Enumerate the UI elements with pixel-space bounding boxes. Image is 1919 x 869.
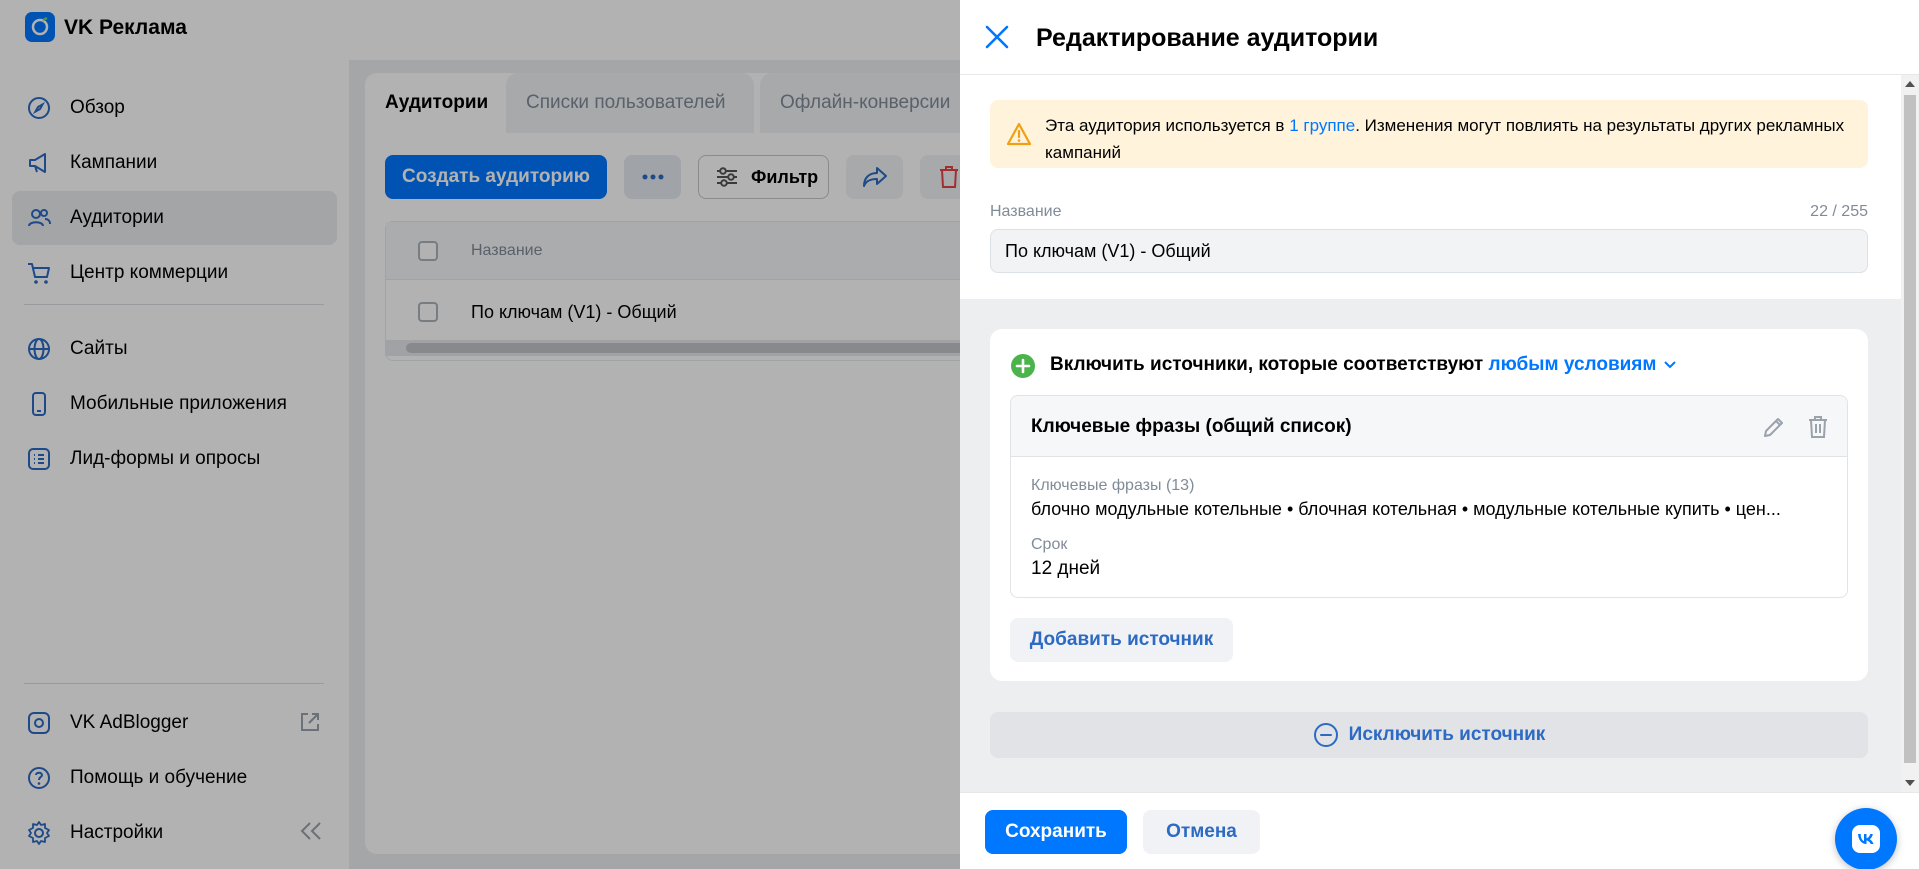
vk-support-button[interactable] — [1835, 808, 1897, 869]
add-source-button[interactable]: Добавить источник — [1010, 618, 1233, 662]
scroll-up-icon[interactable] — [1905, 81, 1915, 87]
exclude-source-label: Исключить источник — [1348, 724, 1546, 745]
condition-dropdown[interactable]: любым условиям — [1489, 354, 1677, 375]
keywords-value: блочно модульные котельные • блочная кот… — [1031, 499, 1781, 519]
close-icon[interactable] — [984, 24, 1010, 50]
exclude-source-button[interactable]: Исключить источник — [990, 712, 1868, 758]
panel-top-section: Эта аудитория используется в 1 группе. И… — [960, 75, 1901, 299]
panel-footer: Сохранить Отмена — [960, 792, 1919, 869]
condition-dropdown-label: любым условиям — [1488, 354, 1657, 375]
scrollbar-thumb[interactable] — [1904, 95, 1916, 763]
minus-circle-icon — [1313, 723, 1338, 747]
plus-circle-icon — [1011, 354, 1035, 378]
save-button[interactable]: Сохранить — [985, 810, 1127, 854]
trash-icon[interactable] — [1805, 414, 1831, 440]
include-sources-card: Включить источники, которые соответствую… — [990, 329, 1868, 681]
warning-text: Эта аудитория используется в 1 группе. И… — [1045, 112, 1845, 166]
name-field-label: Название — [990, 203, 1062, 220]
modal-overlay[interactable] — [0, 0, 960, 869]
audience-name-input[interactable] — [990, 229, 1868, 273]
scroll-down-icon[interactable] — [1905, 780, 1915, 786]
panel-header: Редактирование аудитории — [960, 0, 1919, 75]
panel-body: Эта аудитория используется в 1 группе. И… — [960, 75, 1901, 792]
chevron-down-icon — [1664, 361, 1677, 369]
edit-audience-panel: Редактирование аудитории Эта аудитория и… — [960, 0, 1919, 869]
panel-title: Редактирование аудитории — [1036, 24, 1379, 52]
keyword-source-header: Ключевые фразы (общий список) — [1011, 396, 1847, 457]
usage-warning: Эта аудитория используется в 1 группе. И… — [990, 100, 1868, 168]
period-value: 12 дней — [1031, 558, 1101, 579]
period-label: Срок — [1031, 536, 1068, 553]
warning-text-prefix: Эта аудитория используется в — [1045, 116, 1290, 135]
vertical-scrollbar[interactable] — [1901, 75, 1919, 792]
vk-logo-icon — [1852, 825, 1880, 853]
group-link[interactable]: 1 группе — [1289, 116, 1355, 135]
keyword-source-box: Ключевые фразы (общий список) Ключевые ф… — [1010, 395, 1848, 598]
pencil-icon[interactable] — [1761, 414, 1787, 440]
keyword-source-title: Ключевые фразы (общий список) — [1031, 416, 1352, 437]
cancel-button[interactable]: Отмена — [1143, 810, 1260, 854]
include-sources-text: Включить источники, которые соответствую… — [1050, 354, 1489, 375]
keywords-label: Ключевые фразы (13) — [1031, 477, 1195, 494]
include-sources-heading: Включить источники, которые соответствую… — [1050, 354, 1677, 376]
name-char-counter: 22 / 255 — [1810, 203, 1868, 220]
warning-triangle-icon — [1006, 122, 1032, 146]
